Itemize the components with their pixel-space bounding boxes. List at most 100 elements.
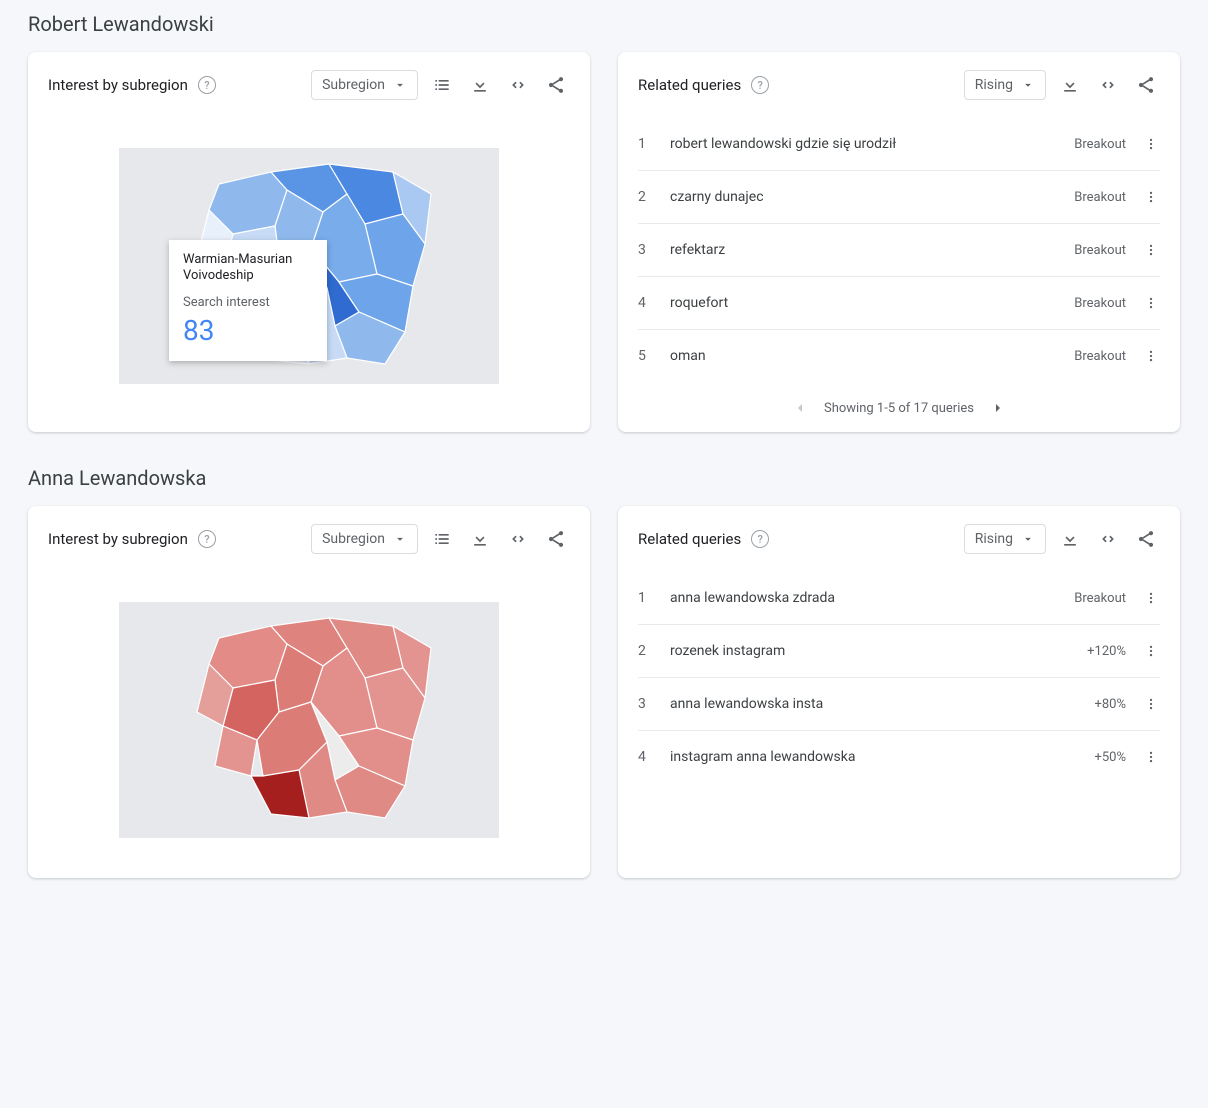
query-text: oman bbox=[670, 348, 1058, 364]
query-text: anna lewandowska zdrada bbox=[670, 590, 1058, 606]
map-box[interactable] bbox=[119, 602, 499, 838]
share-button[interactable] bbox=[1132, 525, 1160, 553]
rising-dropdown[interactable]: Rising bbox=[964, 524, 1046, 554]
query-metric: Breakout bbox=[1074, 243, 1126, 258]
embed-button[interactable] bbox=[1094, 71, 1122, 99]
download-button[interactable] bbox=[1056, 71, 1084, 99]
map-area: Warmian-Masurian Voivodeship Search inte… bbox=[28, 118, 590, 424]
help-icon[interactable]: ? bbox=[198, 76, 216, 94]
download-button[interactable] bbox=[466, 525, 494, 553]
code-icon bbox=[1098, 529, 1118, 549]
more-vertical-icon bbox=[1144, 750, 1158, 764]
download-button[interactable] bbox=[466, 71, 494, 99]
interest-card: Interest by subregion ? Subregion bbox=[28, 506, 590, 878]
query-row[interactable]: 4 instagram anna lewandowska +50% bbox=[638, 731, 1160, 783]
more-menu-button[interactable] bbox=[1142, 243, 1160, 257]
more-vertical-icon bbox=[1144, 644, 1158, 658]
card-header: Interest by subregion ? Subregion bbox=[28, 506, 590, 572]
query-rank: 5 bbox=[638, 348, 654, 364]
query-text: anna lewandowska insta bbox=[670, 696, 1078, 712]
share-icon bbox=[1136, 529, 1156, 549]
embed-button[interactable] bbox=[504, 71, 532, 99]
embed-button[interactable] bbox=[1094, 525, 1122, 553]
more-menu-button[interactable] bbox=[1142, 697, 1160, 711]
share-icon bbox=[546, 529, 566, 549]
pager: Showing 1-5 of 17 queries bbox=[618, 382, 1180, 432]
query-row[interactable]: 3 anna lewandowska insta +80% bbox=[638, 678, 1160, 731]
interest-card: Interest by subregion ? Subregion bbox=[28, 52, 590, 432]
query-metric: +80% bbox=[1094, 697, 1126, 712]
query-row[interactable]: 4 roquefort Breakout bbox=[638, 277, 1160, 330]
list-icon bbox=[432, 529, 452, 549]
help-icon[interactable]: ? bbox=[198, 530, 216, 548]
more-menu-button[interactable] bbox=[1142, 349, 1160, 363]
card-header: Interest by subregion ? Subregion bbox=[28, 52, 590, 118]
more-vertical-icon bbox=[1144, 137, 1158, 151]
more-vertical-icon bbox=[1144, 296, 1158, 310]
download-icon bbox=[470, 75, 490, 95]
query-metric: Breakout bbox=[1074, 349, 1126, 364]
query-text: robert lewandowski gdzie się urodził bbox=[670, 136, 1058, 152]
dropdown-label: Subregion bbox=[322, 531, 385, 547]
map-tooltip: Warmian-Masurian Voivodeship Search inte… bbox=[169, 240, 327, 361]
more-menu-button[interactable] bbox=[1142, 750, 1160, 764]
more-vertical-icon bbox=[1144, 591, 1158, 605]
related-queries-card: Related queries ? Rising 1 anna lewandow… bbox=[618, 506, 1180, 878]
subregion-dropdown[interactable]: Subregion bbox=[311, 70, 418, 100]
poland-map bbox=[179, 608, 439, 832]
query-row[interactable]: 1 anna lewandowska zdrada Breakout bbox=[638, 572, 1160, 625]
card-header: Related queries ? Rising bbox=[618, 52, 1180, 118]
help-icon[interactable]: ? bbox=[751, 530, 769, 548]
section-title: Anna Lewandowska bbox=[28, 466, 1180, 490]
share-button[interactable] bbox=[1132, 71, 1160, 99]
query-row[interactable]: 5 oman Breakout bbox=[638, 330, 1160, 382]
list-icon bbox=[432, 75, 452, 95]
query-row[interactable]: 2 czarny dunajec Breakout bbox=[638, 171, 1160, 224]
more-vertical-icon bbox=[1144, 697, 1158, 711]
subregion-dropdown[interactable]: Subregion bbox=[311, 524, 418, 554]
download-icon bbox=[470, 529, 490, 549]
download-button[interactable] bbox=[1056, 525, 1084, 553]
share-button[interactable] bbox=[542, 525, 570, 553]
share-button[interactable] bbox=[542, 71, 570, 99]
rising-dropdown[interactable]: Rising bbox=[964, 70, 1046, 100]
card-title: Interest by subregion bbox=[48, 76, 188, 94]
map-box[interactable]: Warmian-Masurian Voivodeship Search inte… bbox=[119, 148, 499, 384]
chevron-right-icon bbox=[990, 400, 1006, 416]
embed-button[interactable] bbox=[504, 525, 532, 553]
query-text: refektarz bbox=[670, 242, 1058, 258]
query-metric: Breakout bbox=[1074, 296, 1126, 311]
caret-down-icon bbox=[393, 78, 407, 92]
card-title: Related queries bbox=[638, 530, 741, 548]
pager-next-button[interactable] bbox=[990, 400, 1006, 416]
more-vertical-icon bbox=[1144, 243, 1158, 257]
query-row[interactable]: 3 refektarz Breakout bbox=[638, 224, 1160, 277]
more-vertical-icon bbox=[1144, 190, 1158, 204]
more-menu-button[interactable] bbox=[1142, 591, 1160, 605]
code-icon bbox=[508, 75, 528, 95]
download-icon bbox=[1060, 75, 1080, 95]
query-metric: Breakout bbox=[1074, 137, 1126, 152]
dropdown-label: Rising bbox=[975, 77, 1013, 93]
more-menu-button[interactable] bbox=[1142, 644, 1160, 658]
code-icon bbox=[508, 529, 528, 549]
more-menu-button[interactable] bbox=[1142, 296, 1160, 310]
query-row[interactable]: 1 robert lewandowski gdzie się urodził B… bbox=[638, 118, 1160, 171]
card-title: Interest by subregion bbox=[48, 530, 188, 548]
query-rank: 1 bbox=[638, 590, 654, 606]
help-icon[interactable]: ? bbox=[751, 76, 769, 94]
more-menu-button[interactable] bbox=[1142, 190, 1160, 204]
pager-prev-button[interactable] bbox=[792, 400, 808, 416]
list-view-button[interactable] bbox=[428, 525, 456, 553]
list-view-button[interactable] bbox=[428, 71, 456, 99]
caret-down-icon bbox=[1021, 78, 1035, 92]
query-rank: 3 bbox=[638, 242, 654, 258]
download-icon bbox=[1060, 529, 1080, 549]
share-icon bbox=[546, 75, 566, 95]
more-menu-button[interactable] bbox=[1142, 137, 1160, 151]
query-text: roquefort bbox=[670, 295, 1058, 311]
tooltip-value: 83 bbox=[183, 314, 313, 347]
query-rank: 2 bbox=[638, 643, 654, 659]
query-text: rozenek instagram bbox=[670, 643, 1071, 659]
query-row[interactable]: 2 rozenek instagram +120% bbox=[638, 625, 1160, 678]
